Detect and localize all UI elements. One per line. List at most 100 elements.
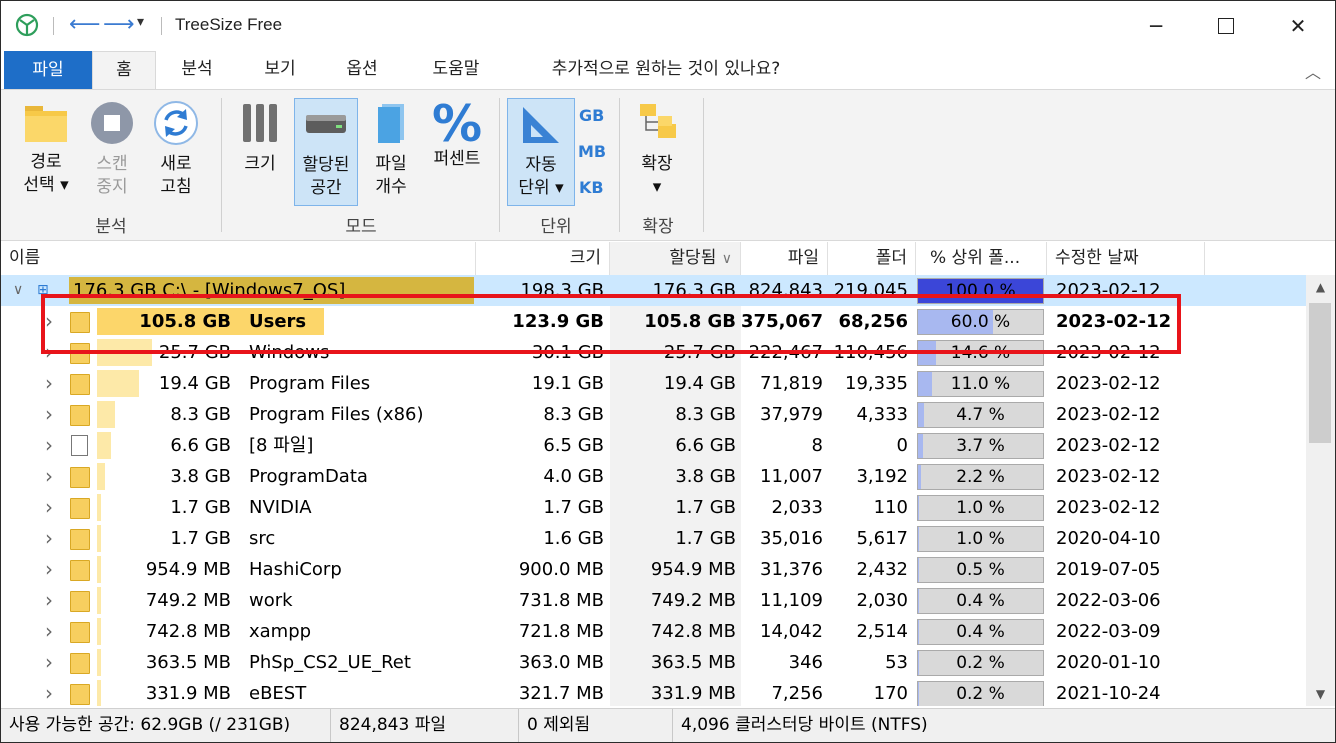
percent-bar: 100.0 %	[917, 278, 1044, 304]
tree-row[interactable]: › 1.7 GB NVIDIA 1.7 GB 1.7 GB 2,033 110 1.0 % 20…	[1, 492, 1306, 523]
tree-row[interactable]: › 105.8 GB Users 123.9 GB 105.8 GB 375,067 68,…	[1, 306, 1306, 337]
collapse-ribbon-icon[interactable]: ︿	[1305, 59, 1321, 83]
tree-row[interactable]: › 1.7 GB src 1.6 GB 1.7 GB 35,016 5,617 1.0 % 20…	[1, 523, 1306, 554]
close-button[interactable]: ✕	[1263, 1, 1333, 51]
select-path-button[interactable]: 경로 선택 ▾	[13, 100, 79, 205]
scroll-down-icon[interactable]: ▼	[1306, 682, 1335, 706]
cell-folders: 19,335	[845, 373, 908, 394]
expand-chevron-icon[interactable]: ›	[45, 616, 53, 647]
percent-bar: 0.2 %	[917, 650, 1044, 676]
column-header-folders[interactable]: 폴더	[828, 242, 916, 275]
expand-chevron-icon[interactable]: ›	[45, 678, 53, 706]
mode-size-button[interactable]: 크기	[233, 100, 287, 205]
mode-file-count-button[interactable]: 파일 개수	[364, 100, 418, 205]
tree-row[interactable]: › 8.3 GB Program Files (x86) 8.3 GB 8.3 GB 37…	[1, 399, 1306, 430]
expand-chevron-icon[interactable]: ›	[45, 337, 53, 368]
tree-item-name: src	[249, 528, 276, 549]
back-arrow-icon[interactable]: ⟵	[69, 13, 101, 37]
expand-chevron-icon[interactable]: ›	[45, 492, 53, 523]
column-header-size[interactable]: 크기	[476, 242, 610, 275]
expand-chevron-icon[interactable]: ›	[45, 554, 53, 585]
tree-item-name: eBEST	[249, 683, 307, 704]
group-label-expand: 확장	[642, 217, 674, 237]
quick-access-dropdown-icon[interactable]: ▾	[137, 14, 144, 30]
expand-chevron-icon[interactable]: ›	[45, 306, 53, 337]
column-header-allocated[interactable]: 할당됨 ∨	[610, 242, 741, 275]
cell-allocated: 1.7 GB	[675, 528, 736, 549]
tree-row[interactable]: › 742.8 MB xampp 721.8 MB 742.8 MB 14,042 2,51…	[1, 616, 1306, 647]
file-count-icon	[378, 104, 404, 143]
refresh-button[interactable]: 새로 고침	[147, 100, 205, 205]
cell-allocated: 1.7 GB	[675, 497, 736, 518]
maximize-button[interactable]	[1191, 1, 1261, 51]
cell-folders: 2,030	[856, 590, 908, 611]
cell-allocated: 3.8 GB	[675, 466, 736, 487]
expand-chevron-icon[interactable]: ›	[45, 585, 53, 616]
tree-item-size-label: 3.8 GB	[170, 466, 231, 487]
size-bars-icon	[243, 104, 277, 142]
expand-chevron-icon[interactable]: ›	[45, 368, 53, 399]
tree-item-size-label: 954.9 MB	[145, 559, 231, 580]
tab-home[interactable]: 홈	[92, 51, 156, 90]
tree-root-row[interactable]: ∨ ⊞ 176.3 GB C:\ - [Windows7_OS] 198.3 GB 17…	[1, 275, 1306, 306]
collapse-chevron-icon[interactable]: ∨	[13, 275, 23, 306]
auto-unit-label-1: 자동	[525, 155, 557, 175]
auto-unit-button[interactable]: 자동 단위 ▾	[507, 98, 575, 206]
tell-me-search[interactable]: 추가적으로 원하는 것이 있나요?	[521, 51, 811, 89]
tree-row[interactable]: › 749.2 MB work 731.8 MB 749.2 MB 11,109 2,030…	[1, 585, 1306, 616]
scroll-thumb[interactable]	[1309, 303, 1331, 443]
unit-gb-button[interactable]: GB	[579, 106, 604, 125]
cell-size: 6.5 GB	[543, 435, 604, 456]
tree-item-name: PhSp_CS2_UE_Ret	[249, 652, 411, 673]
expand-chevron-icon[interactable]: ›	[45, 523, 53, 554]
tree-row[interactable]: › 954.9 MB HashiCorp 900.0 MB 954.9 MB 31,376…	[1, 554, 1306, 585]
tree-item-name: xampp	[249, 621, 312, 642]
expand-chevron-icon[interactable]: ›	[45, 399, 53, 430]
refresh-label-1: 새로	[160, 154, 192, 174]
cell-files: 8	[811, 435, 823, 456]
expand-button[interactable]: 확장 ▾	[629, 100, 685, 205]
percent-text: 0.2 %	[956, 653, 1005, 673]
column-header-modified[interactable]: 수정한 날짜	[1047, 242, 1205, 275]
column-header-percent-parent[interactable]: % 상위 폴...	[916, 242, 1047, 275]
percent-text: 4.7 %	[956, 405, 1005, 425]
mode-percent-label: 퍼센트	[433, 149, 481, 169]
percent-text: 14.6 %	[950, 343, 1011, 363]
tree-row[interactable]: › 363.5 MB PhSp_CS2_UE_Ret 363.0 MB 363.5 MB…	[1, 647, 1306, 678]
cell-size: 900.0 MB	[518, 559, 604, 580]
minimize-button[interactable]: ─	[1121, 1, 1191, 51]
unit-kb-button[interactable]: KB	[579, 178, 604, 197]
group-separator	[499, 98, 500, 232]
folder-icon	[70, 343, 90, 364]
column-header-files[interactable]: 파일	[741, 242, 828, 275]
cell-allocated: 954.9 MB	[650, 559, 736, 580]
cell-size: 721.8 MB	[518, 621, 604, 642]
percent-text: 0.5 %	[956, 560, 1005, 580]
treesize-app-icon[interactable]	[15, 13, 39, 37]
cell-modified: 2023-02-12	[1056, 280, 1161, 301]
tree-row[interactable]: › 3.8 GB ProgramData 4.0 GB 3.8 GB 11,007 3,19…	[1, 461, 1306, 492]
stop-scan-button[interactable]: 스캔 중지	[83, 100, 141, 205]
forward-arrow-icon[interactable]: ⟶	[103, 13, 135, 37]
tab-options[interactable]: 옵션	[331, 51, 393, 89]
tab-file[interactable]: 파일	[4, 51, 92, 90]
mode-allocated-button[interactable]: 할당된 공간	[294, 98, 358, 206]
expand-chevron-icon[interactable]: ›	[45, 461, 53, 492]
cell-files: 11,109	[760, 590, 823, 611]
tab-help[interactable]: 도움말	[416, 51, 496, 89]
tree-row[interactable]: › 331.9 MB eBEST 321.7 MB 331.9 MB 7,256 170 0.…	[1, 678, 1306, 706]
separator	[53, 17, 54, 35]
unit-mb-button[interactable]: MB	[578, 142, 606, 161]
stop-scan-label-1: 스캔	[96, 154, 128, 174]
scroll-up-icon[interactable]: ▲	[1306, 275, 1335, 299]
tab-analysis[interactable]: 분석	[166, 51, 228, 89]
tree-row[interactable]: › 19.4 GB Program Files 19.1 GB 19.4 GB 71,81…	[1, 368, 1306, 399]
column-header-name[interactable]: 이름	[1, 242, 476, 275]
tab-view[interactable]: 보기	[249, 51, 311, 89]
tree-row[interactable]: › 25.7 GB Windows 30.1 GB 25.7 GB 222,467 110,…	[1, 337, 1306, 368]
expand-chevron-icon[interactable]: ›	[45, 647, 53, 678]
vertical-scrollbar[interactable]: ▲ ▼	[1306, 275, 1335, 706]
tree-row[interactable]: › 6.6 GB [8 파일] 6.5 GB 6.6 GB 8 0 3.7 % 2023-02-…	[1, 430, 1306, 461]
expand-chevron-icon[interactable]: ›	[45, 430, 53, 461]
mode-percent-button[interactable]: % 퍼센트	[425, 99, 489, 205]
